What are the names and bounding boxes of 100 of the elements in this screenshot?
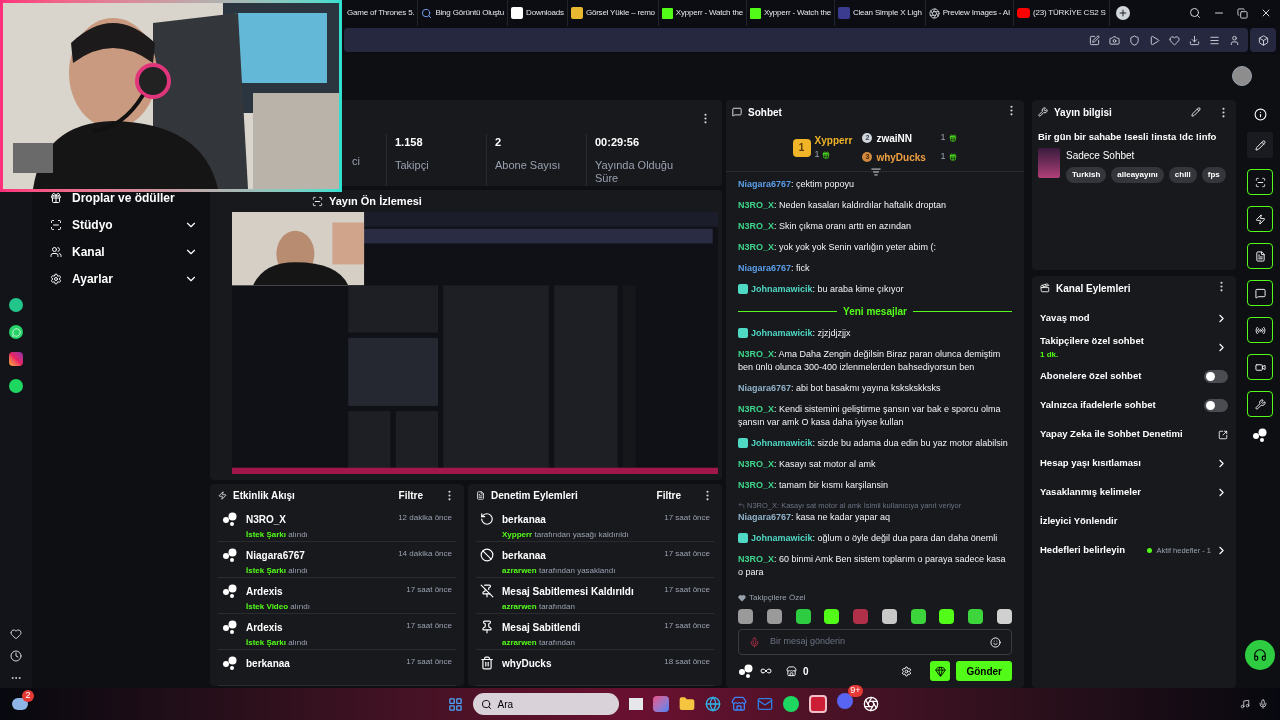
chat-message: Niagara6767: çektim popoyu [738, 178, 855, 191]
sidebar-item[interactable]: Stüdyo [50, 211, 198, 238]
channel-action[interactable]: Takipçilere özel sohbet 1 dk. [1040, 333, 1228, 362]
mail-icon[interactable] [756, 696, 773, 712]
whatsapp-icon[interactable] [9, 325, 23, 339]
stat-value: 00:29:56 [595, 135, 641, 150]
shield-icon[interactable] [1129, 34, 1140, 46]
bolt-icon [1254, 213, 1266, 225]
time-text: 14 dakika önce [398, 548, 452, 560]
panel-title: Kanal Eylemleri [1056, 281, 1131, 296]
action-text: azrarwen tarafından [502, 601, 576, 613]
folder-icon[interactable] [678, 696, 695, 712]
gem-icon [934, 665, 946, 677]
toggle-switch[interactable] [1204, 370, 1228, 383]
broadcast-button[interactable] [1247, 317, 1273, 343]
chat-message: Niagara6767: abi bot basakmı yayına kskskskksks [738, 382, 941, 395]
emote-icon[interactable] [910, 609, 926, 624]
channel-action[interactable]: Yapay Zeka ile Sohbet Denetimi [1040, 420, 1228, 449]
close-icon[interactable] [1260, 7, 1272, 19]
browser-icon[interactable] [808, 695, 827, 713]
heart-icon[interactable] [10, 628, 22, 640]
emote-icon[interactable] [795, 609, 811, 624]
aperture-icon[interactable] [862, 696, 879, 712]
emote-icon[interactable] [766, 609, 782, 624]
video-icon [1254, 361, 1266, 373]
toggle-switch[interactable] [1204, 399, 1228, 412]
action-label: İzleyici Yönlendir [1040, 514, 1118, 529]
new-tab-button[interactable] [1115, 6, 1130, 20]
chat-message: N3RO_X: Kendi sistemini geliştirme şansın var bak e sporcu olma şansın var amk O kasa daha iyiyse kullan [738, 403, 1002, 429]
gift-icon [949, 134, 958, 142]
tag[interactable]: fps [1201, 167, 1226, 184]
tag[interactable]: alleayayını [1111, 167, 1164, 184]
message-field[interactable]: Bir mesaj gönderin [770, 635, 980, 649]
chat-message: N3RO_X: Ama Daha Zengin değilsin Biraz paran olunca demiştim ben ünlü olunca 300-400 izlenmelerden bahsediyorsun ben [738, 348, 1002, 374]
time-text: 17 saat önce [664, 512, 710, 524]
undo-icon [480, 512, 494, 526]
emote-icon[interactable] [881, 609, 897, 624]
app-icon[interactable] [9, 298, 23, 312]
avatar[interactable] [1232, 66, 1252, 86]
start-icon[interactable] [447, 696, 463, 712]
gift-icon [50, 191, 62, 204]
message-input[interactable]: Bir mesaj gönderin [738, 629, 1012, 655]
emote-icon[interactable] [968, 609, 984, 624]
channel-action[interactable]: Abonelere özel sohbet [1040, 362, 1228, 391]
sidebar-item[interactable]: Kanal [50, 238, 198, 265]
extension-button[interactable] [1250, 28, 1276, 52]
chat-message: N3RO_X: yok yok yok Senin varlığın yeter abim (: [738, 241, 937, 254]
info-icon[interactable] [1253, 108, 1267, 121]
pencil-icon[interactable] [1191, 107, 1201, 117]
store-icon[interactable] [730, 696, 747, 712]
chat-message: Johnamawicik: sizde bu adama dua edin bu yaz motor alabilsin [751, 437, 1008, 450]
edit-button[interactable] [1247, 132, 1273, 158]
download-icon[interactable] [1189, 34, 1200, 46]
infinity-icon [760, 665, 772, 677]
panel-title: Yayın Ön İzlemesi [329, 193, 422, 209]
emote-section-title: Takipçilere Özel [749, 592, 806, 604]
reply-icon [738, 502, 745, 510]
leader-name: whyDucks [876, 150, 927, 165]
gear-icon[interactable] [901, 665, 913, 677]
action-title: berkanaa [502, 549, 547, 563]
channel-action[interactable]: Yasaklanmış kelimeler [1040, 478, 1228, 507]
document-button[interactable] [1247, 243, 1273, 269]
channel-action[interactable]: Yalnızca ifadelerle sohbet [1040, 391, 1228, 420]
chat-message: N3RO_X: Kasayı sat motor al amk [738, 458, 876, 471]
send-button[interactable]: Gönder [956, 661, 1012, 681]
channel-action[interactable]: Yavaş mod [1040, 304, 1228, 333]
user-icon[interactable] [1229, 34, 1240, 46]
scan-button[interactable] [1247, 169, 1273, 195]
emote-icon[interactable] [939, 609, 955, 624]
channel-action[interactable]: Hesap yaşı kısıtlaması [1040, 449, 1228, 478]
menu-icon[interactable] [1209, 34, 1220, 46]
video-button[interactable] [1247, 354, 1273, 380]
tag[interactable]: chill [1168, 167, 1197, 184]
emote-icon[interactable] [824, 609, 840, 624]
sidebar-item[interactable]: Ayarlar [50, 265, 198, 292]
reward-text: İstek Şarkı alındı [246, 529, 308, 541]
channel-action[interactable]: İzleyici Yönlendir [1040, 507, 1228, 536]
action-label: Abonelere özel sohbet [1040, 369, 1142, 384]
sidebar-label: Stüdyo [72, 216, 113, 234]
video-icon [1040, 283, 1050, 293]
camera-icon[interactable] [1109, 34, 1120, 46]
heart-icon[interactable] [1169, 34, 1180, 46]
edit-icon[interactable] [1089, 34, 1100, 46]
chat-button[interactable] [1247, 280, 1273, 306]
gift-icon [949, 153, 958, 161]
restore-icon[interactable] [1237, 7, 1248, 19]
search-icon[interactable] [1189, 7, 1201, 19]
wrench-button[interactable] [1247, 391, 1273, 417]
emote-button[interactable] [930, 661, 951, 681]
emote-icon[interactable] [996, 609, 1012, 624]
globe-icon[interactable] [704, 696, 721, 712]
users-icon [50, 245, 62, 258]
bolt-button[interactable] [1247, 206, 1273, 232]
clock-icon[interactable] [10, 650, 22, 662]
support-button[interactable] [1245, 640, 1275, 670]
filter-button[interactable]: Filtre [398, 487, 423, 503]
tag[interactable]: Turkish [1066, 167, 1107, 184]
taskbar-search[interactable]: Ara [472, 693, 619, 715]
mic-icon [1258, 699, 1268, 709]
filter-button[interactable]: Filtre [656, 487, 681, 503]
